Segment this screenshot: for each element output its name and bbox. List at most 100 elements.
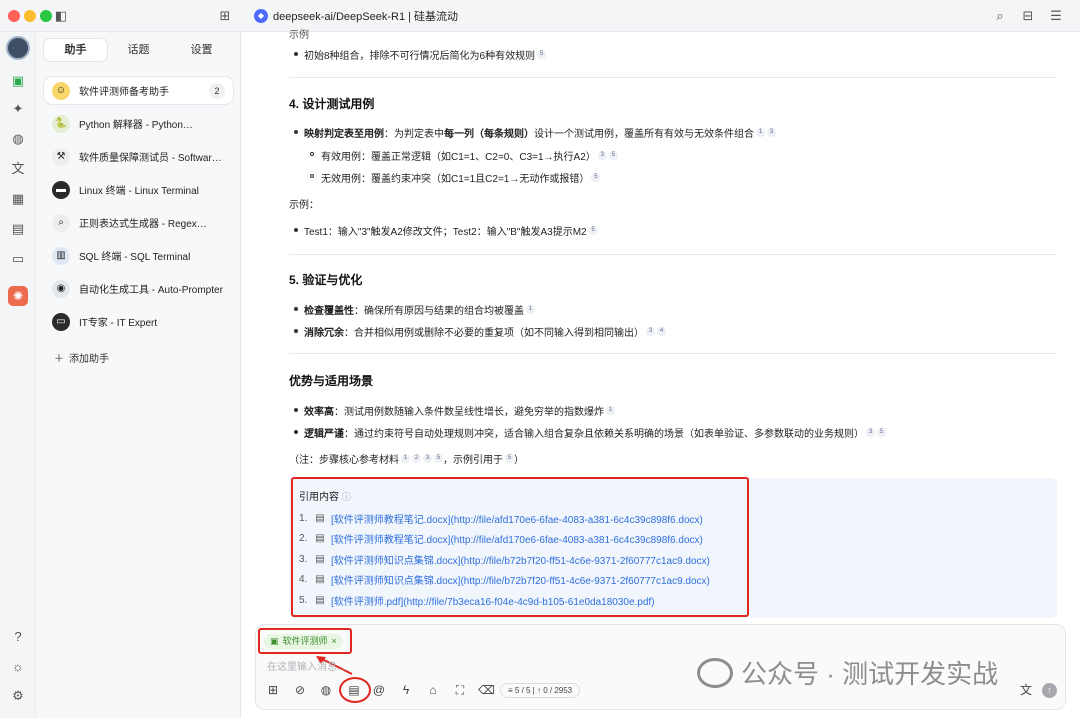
tab-settings[interactable]: 设置 [170, 39, 233, 61]
file-icon: ▤ [315, 573, 325, 585]
robot-icon: ◉ [52, 279, 70, 298]
title-bar: ◧ ⊞ ◆ deepseek-ai/DeepSeek-R1 | 硅基流动 ⌕ ⊟… [0, 0, 1080, 32]
citation-item[interactable]: 1. ▤ [软件评测师教程笔记.docx](http://file/afd170e6… [299, 511, 703, 527]
panel-tabs: 助手 话题 设置 [44, 39, 233, 61]
clip-icon[interactable]: ⌂ [425, 682, 441, 698]
assistant-item[interactable]: ☺ 软件评测师备考助手 2 [44, 77, 233, 104]
file-icon: ▤ [315, 532, 325, 544]
assistant-item[interactable]: ⌕ 正则表达式生成器 - Regex… [44, 209, 233, 236]
advantages-heading: 优势与适用场景 [289, 374, 374, 388]
watermark: 公众号 · 测试开发实战 [697, 654, 998, 691]
bullet [294, 408, 298, 412]
assistant-panel: 助手 话题 设置 ☺ 软件评测师备考助手 2 🐍 Python 解释器 - Py… [36, 32, 241, 718]
close-window-button[interactable] [8, 10, 20, 22]
knowledge-chip[interactable]: ▣ 软件评测师 × [264, 634, 343, 649]
mention-icon[interactable]: @ [371, 682, 387, 698]
assistant-item[interactable]: ⚒ 软件质量保障测试员 - Software… [44, 143, 233, 170]
apps-icon[interactable]: ▦ [9, 190, 27, 208]
paragraph: 映射判定表至用例：为判定表中每一列（每条规则）设计一个测试用例，覆盖所有有效与无… [304, 125, 776, 140]
chat-content: 示例 初始8种组合，排除不可行情况后简化为6种有效规则 5 4. 设计测试用例 映… [242, 30, 1080, 718]
computer-icon: ▭ [52, 312, 70, 331]
eraser-icon[interactable]: ⌫ [478, 682, 495, 698]
terminal-icon: ▬ [52, 180, 70, 199]
section-4-heading: 4. 设计测试用例 [289, 97, 375, 111]
send-button[interactable]: ↑ [1042, 683, 1057, 698]
assistant-item[interactable]: ▭ IT专家 - IT Expert [44, 308, 233, 335]
bullet [294, 329, 298, 333]
lightning-icon[interactable]: ϟ [398, 682, 414, 698]
bullet [294, 430, 298, 434]
paragraph: 效率高：测试用例数随输入条件数呈线性增长，避免穷举的指数爆炸 1 [304, 403, 615, 418]
window-title: ◆ deepseek-ai/DeepSeek-R1 | 硅基流动 [254, 8, 458, 24]
palette-icon[interactable]: ◍ [9, 130, 27, 148]
bullet [294, 307, 298, 311]
globe-icon[interactable]: ◍ [318, 682, 334, 698]
search-icon[interactable]: ⌕ [991, 7, 1009, 25]
deepseek-logo-icon: ◆ [254, 9, 268, 23]
wechat-logo-icon [697, 657, 733, 688]
sub-bullet [310, 152, 314, 156]
section-5-heading: 5. 验证与优化 [289, 273, 363, 287]
file-icon: ▤ [315, 553, 325, 565]
theme-icon[interactable]: ☼ [9, 658, 27, 676]
new-topic-icon[interactable]: ⊞ [265, 682, 281, 698]
folder-icon[interactable]: ▭ [9, 250, 27, 268]
assistant-item[interactable]: ▬ Linux 终端 - Linux Terminal [44, 176, 233, 203]
new-chat-icon[interactable]: ⊞ [216, 7, 234, 25]
translate-icon[interactable]: 文 [9, 160, 27, 178]
book-icon: ▣ [270, 636, 279, 646]
divider [289, 77, 1057, 78]
tools-icon: ⚒ [52, 147, 70, 166]
tab-topics[interactable]: 话题 [107, 39, 170, 61]
assistant-item[interactable]: ◉ 自动化生成工具 - Auto-Prompter [44, 275, 233, 302]
paragraph: 检查覆盖性：确保所有原因与结果的组合均被覆盖 1 [304, 302, 535, 317]
topic-count-badge: 2 [209, 83, 225, 99]
python-icon: 🐍 [52, 114, 70, 133]
message-input[interactable]: 在这里输入消息... [267, 658, 345, 673]
help-icon[interactable]: ? [9, 628, 27, 646]
example-label: 示例： [289, 200, 319, 211]
chat-icon[interactable]: ▣ [9, 72, 27, 90]
minimize-window-button[interactable] [24, 10, 36, 22]
text-fragment: 示例 [289, 30, 309, 41]
attachment-icon[interactable]: ⊘ [292, 682, 308, 698]
magnifier-icon: ⌕ [52, 213, 70, 232]
settings-panel-icon[interactable]: ☰ [1047, 7, 1065, 25]
sub-bullet [310, 174, 314, 178]
divider [289, 353, 1057, 354]
paragraph: 逻辑严谨：通过约束符号自动处理规则冲突，适合输入组合复杂且依赖关系明确的场景（如… [304, 425, 886, 440]
paragraph: 初始8种组合，排除不可行情况后简化为6种有效规则 5 [304, 47, 547, 62]
file-icon: ▤ [315, 512, 325, 524]
sidebar-toggle-icon[interactable]: ◧ [52, 7, 70, 25]
note-paragraph: （注：步骤核心参考材料 1 2 3 5 ，示例引用于 5） [289, 454, 524, 466]
layout-icon[interactable]: ⊟ [1019, 7, 1037, 25]
sparkle-icon[interactable]: ✦ [9, 100, 27, 118]
citation-item[interactable]: 4. ▤ [软件评测师知识点集锦.docx](http://file/b72b7f2… [299, 572, 710, 588]
paragraph: Test1：输入"3"触发A2修改文件；Test2：输入"B"触发A3提示M2 5 [304, 223, 598, 238]
app-shortcut-icon[interactable]: ✺ [8, 286, 28, 306]
bullet [294, 52, 298, 56]
citations-title: 引用内容 ⓘ [299, 492, 351, 503]
citation-item[interactable]: 3. ▤ [软件评测师知识点集锦.docx](http://file/b72b7f2… [299, 552, 710, 568]
highlight-outline [339, 677, 371, 703]
smile-emoji-icon: ☺ [52, 81, 70, 100]
chart-icon: ▥ [52, 246, 70, 265]
bullet [294, 130, 298, 134]
translate-icon[interactable]: 文 [1018, 682, 1034, 698]
close-icon[interactable]: × [332, 634, 337, 649]
paragraph: 消除冗余：合并相似用例或删除不必要的重复项（如不同输入得到相同输出） 3 4 [304, 324, 666, 339]
citation-item[interactable]: 2. ▤ [软件评测师教程笔记.docx](http://file/afd170e6… [299, 531, 703, 547]
document-icon[interactable]: ▤ [9, 220, 27, 238]
assistant-item[interactable]: ▥ SQL 终端 - SQL Terminal [44, 242, 233, 269]
divider [289, 254, 1057, 255]
assistant-item[interactable]: 🐍 Python 解释器 - Python… [44, 110, 233, 137]
citation-item[interactable]: 5. ▤ [软件评测师.pdf](http://file/7b3eca16-f04e… [299, 593, 655, 609]
avatar[interactable] [6, 36, 30, 60]
add-assistant-button[interactable]: ＋ 添加助手 [54, 350, 109, 365]
tab-assistants[interactable]: 助手 [44, 39, 107, 61]
fullscreen-icon[interactable]: ⛶ [452, 682, 468, 698]
token-counter: ≡ 5 / 5 | ↑ 0 / 2953 [500, 683, 581, 698]
icon-rail: ▣ ✦ ◍ 文 ▦ ▤ ▭ ✺ ? ☼ ⚙ [0, 32, 36, 718]
maximize-window-button[interactable] [40, 10, 52, 22]
gear-icon[interactable]: ⚙ [9, 687, 27, 705]
